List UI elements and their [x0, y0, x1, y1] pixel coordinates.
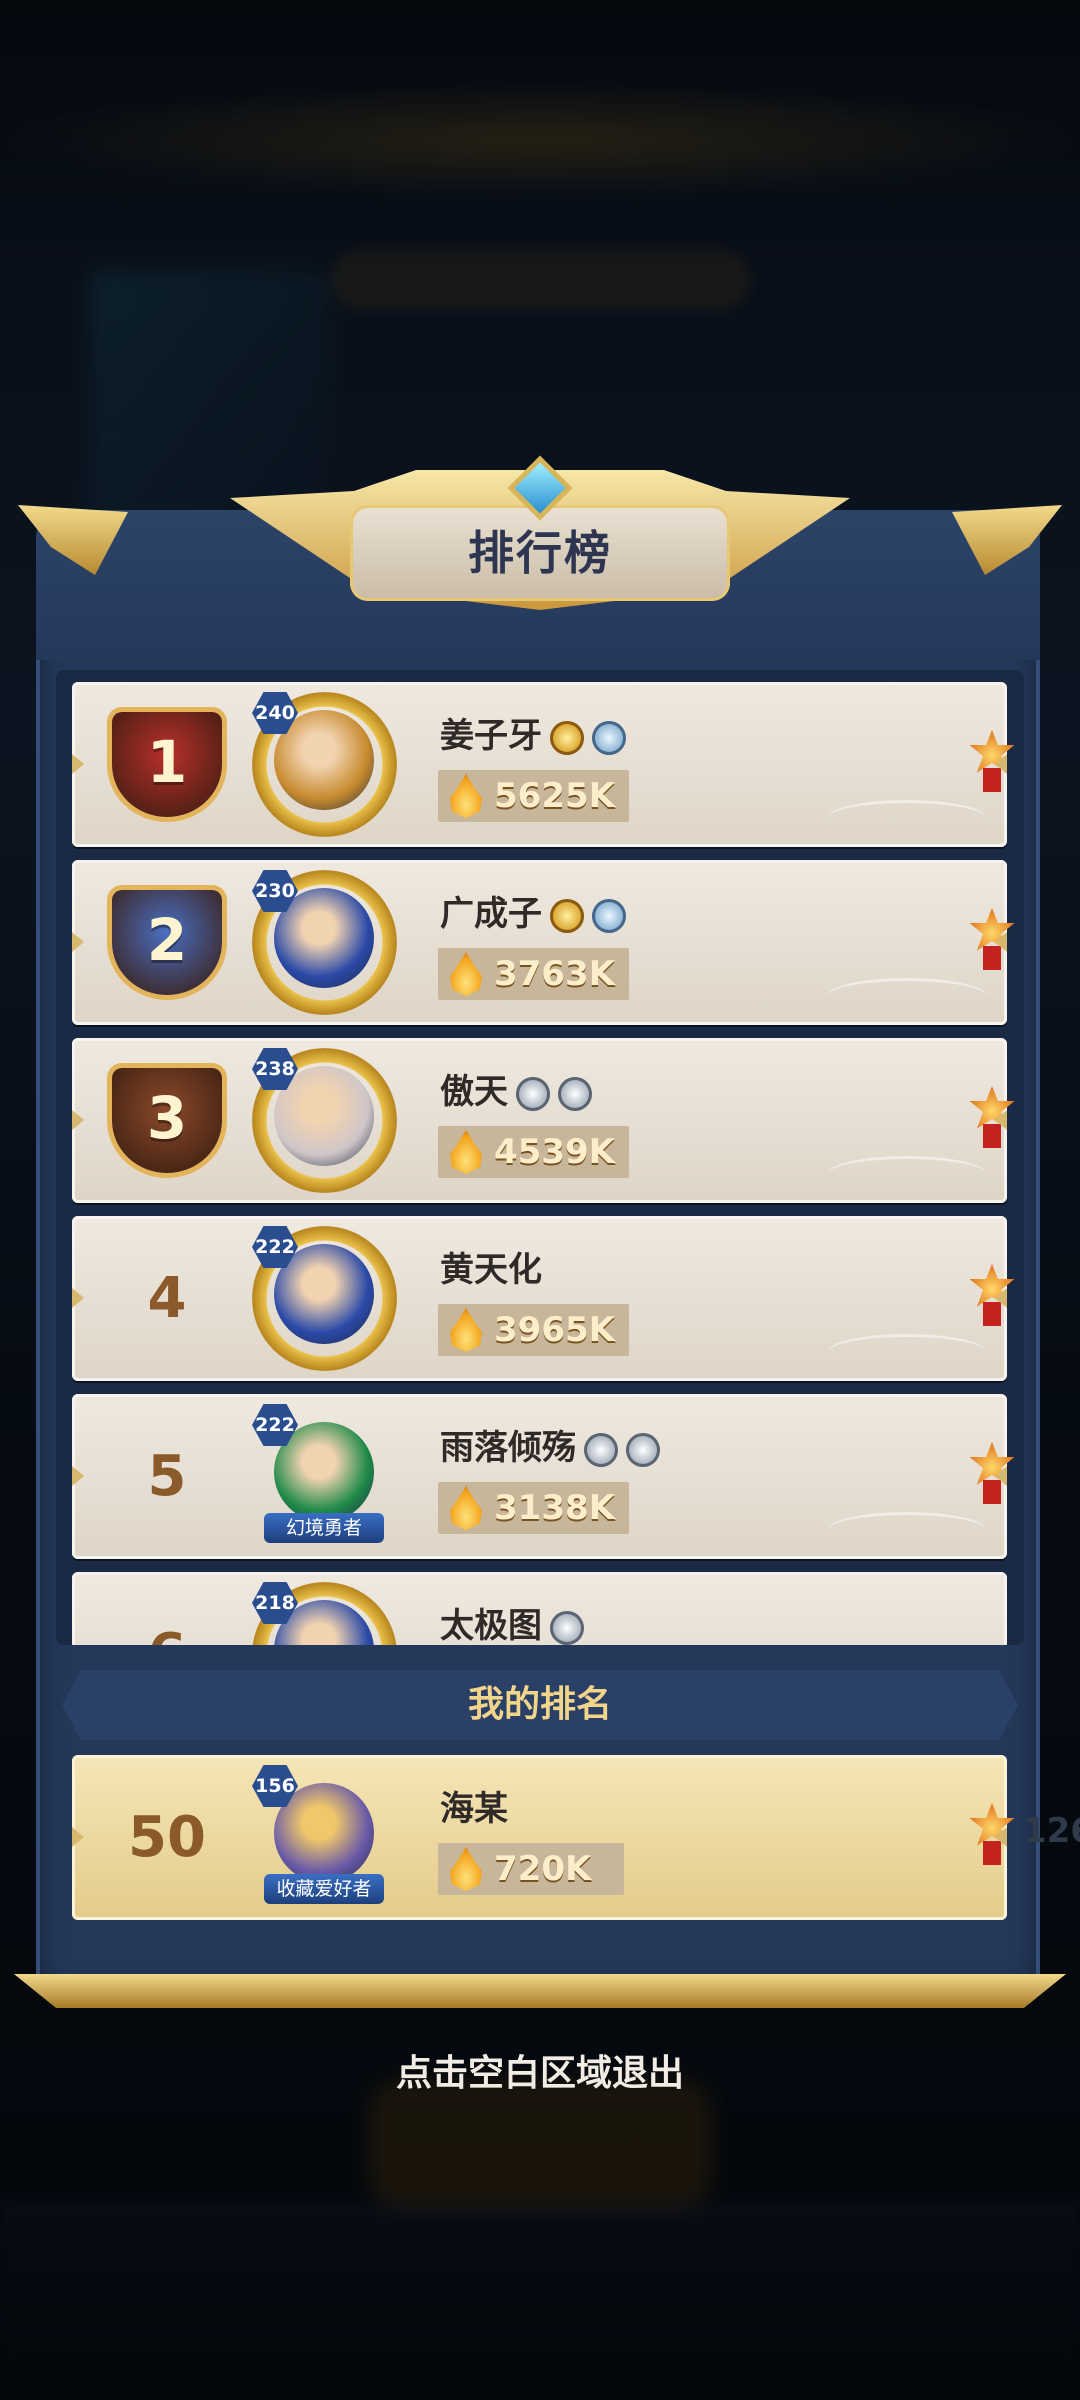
power-display: 3965K [438, 1304, 629, 1356]
player-name: 黄天化 [440, 1250, 542, 1290]
flame-icon [450, 1130, 482, 1174]
player-avatar[interactable]: 218 [252, 1582, 397, 1645]
score-value: 1605 [1023, 1450, 1024, 1490]
title-tag: 幻境勇者 [264, 1513, 384, 1543]
arrow-left-icon [72, 1110, 84, 1130]
my-rank-number: 50 [128, 1805, 206, 1870]
player-name: 傲天 [440, 1072, 508, 1112]
blue-medal-icon [592, 898, 626, 933]
power-value: 3965K [494, 1310, 615, 1350]
player-avatar[interactable]: 222 [252, 1226, 397, 1371]
decor-swirl [827, 978, 987, 1015]
arrow-right-icon [995, 1644, 1007, 1645]
decor-swirl [827, 1512, 987, 1549]
score-value: 1843 [1023, 916, 1024, 956]
my-rank-header: 我的排名 [62, 1670, 1018, 1740]
arrow-right-icon [995, 1827, 1007, 1847]
silver-medal-icon [626, 1432, 660, 1467]
my-rank-row[interactable]: 50 156 收藏爱好者 海某 720K 1267 [72, 1755, 1080, 1920]
player-name-line: 姜子牙 [440, 708, 626, 757]
ranking-row[interactable]: 4 222 黄天化 3965K 1680 [72, 1216, 1024, 1381]
arrow-left-icon [72, 1827, 84, 1847]
arrow-right-icon [995, 1288, 1007, 1308]
player-avatar[interactable]: 238 [252, 1048, 397, 1193]
my-avatar[interactable]: 156 收藏爱好者 [252, 1765, 397, 1910]
rank-number: 1 [146, 728, 188, 796]
score-value: 1964 [1023, 738, 1024, 778]
silver-medal-icon [550, 1610, 584, 1645]
silver-medal-icon [584, 1432, 618, 1467]
arrow-left-icon [72, 1644, 84, 1645]
score-value: 1680 [1023, 1272, 1024, 1312]
player-avatar[interactable]: 240 [252, 692, 397, 837]
power-display: 5625K [438, 770, 629, 822]
rank-number: 5 [147, 1444, 187, 1509]
power-display: 4539K [438, 1126, 629, 1178]
rank-number: 2 [146, 906, 188, 974]
rank-badge-icon: 3 [112, 1068, 222, 1173]
flame-icon [450, 1847, 482, 1891]
player-name: 广成子 [440, 894, 542, 934]
rank-number: 3 [146, 1084, 188, 1152]
player-name: 海某 [440, 1789, 508, 1829]
title-tag: 收藏爱好者 [264, 1874, 384, 1904]
power-display: 720K [438, 1843, 624, 1895]
arrow-left-icon [72, 1288, 84, 1308]
blue-medal-icon [592, 720, 626, 755]
gold-medal-icon [550, 898, 584, 933]
arrow-left-icon [72, 932, 84, 952]
ranking-row[interactable]: 1 240 姜子牙 5625K 1964 [72, 682, 1024, 847]
rank-number: 4 [147, 1266, 187, 1331]
arrow-left-icon [72, 1466, 84, 1486]
ranking-row[interactable]: 5 222 幻境勇者 雨落倾殇 3138K 1605 [72, 1394, 1024, 1559]
player-name-line: 广成子 [440, 886, 626, 935]
flame-icon [450, 1308, 482, 1352]
rank-badge-icon: 1 [112, 712, 222, 817]
arrow-right-icon [995, 754, 1007, 774]
player-name-line: 太极图 [440, 1598, 584, 1645]
score-value: 1741 [1023, 1094, 1024, 1134]
exit-hint[interactable]: 点击空白区域退出 [0, 2044, 1080, 2096]
player-avatar[interactable]: 222 幻境勇者 [252, 1404, 397, 1549]
flame-icon [450, 952, 482, 996]
power-value: 3763K [494, 954, 615, 994]
rank-number: 6 [112, 1572, 222, 1645]
silver-medal-icon [558, 1076, 592, 1111]
player-name-line: 雨落倾殇 [440, 1420, 660, 1469]
panel-bottom-trim [14, 1974, 1066, 2008]
arrow-right-icon [995, 932, 1007, 952]
player-name: 姜子牙 [440, 716, 542, 756]
player-name: 雨落倾殇 [440, 1428, 576, 1468]
player-avatar[interactable]: 230 [252, 870, 397, 1015]
player-name-line: 傲天 [440, 1064, 592, 1113]
ranking-row[interactable]: 6 218 太极图 [72, 1572, 1007, 1645]
ranking-list[interactable]: 1 240 姜子牙 5625K 1964 2 [56, 670, 1024, 1645]
gold-medal-icon [550, 720, 584, 755]
my-rank-label: 我的排名 [467, 1684, 612, 1725]
power-value: 5625K [494, 776, 615, 816]
flame-icon [450, 1486, 482, 1530]
score-value: 1267 [1023, 1811, 1080, 1851]
power-value: 3138K [494, 1488, 615, 1528]
player-name: 太极图 [440, 1606, 542, 1645]
rank-badge-icon: 2 [112, 890, 222, 995]
decor-swirl [827, 1156, 987, 1193]
flame-icon [450, 774, 482, 818]
arrow-left-icon [72, 754, 84, 774]
ranking-row[interactable]: 2 230 广成子 3763K 1843 [72, 860, 1024, 1025]
decor-swirl [827, 800, 987, 837]
power-display: 3138K [438, 1482, 629, 1534]
silver-medal-icon [516, 1076, 550, 1111]
power-value: 4539K [494, 1132, 615, 1172]
decor-swirl [827, 1334, 987, 1371]
player-name-line: 黄天化 [440, 1242, 542, 1291]
arrow-right-icon [995, 1110, 1007, 1130]
power-value: 720K [494, 1849, 592, 1889]
ranking-row[interactable]: 3 238 傲天 4539K 1741 [72, 1038, 1024, 1203]
power-display: 3763K [438, 948, 629, 1000]
panel-title: 排行榜 [468, 526, 612, 580]
arrow-right-icon [995, 1466, 1007, 1486]
